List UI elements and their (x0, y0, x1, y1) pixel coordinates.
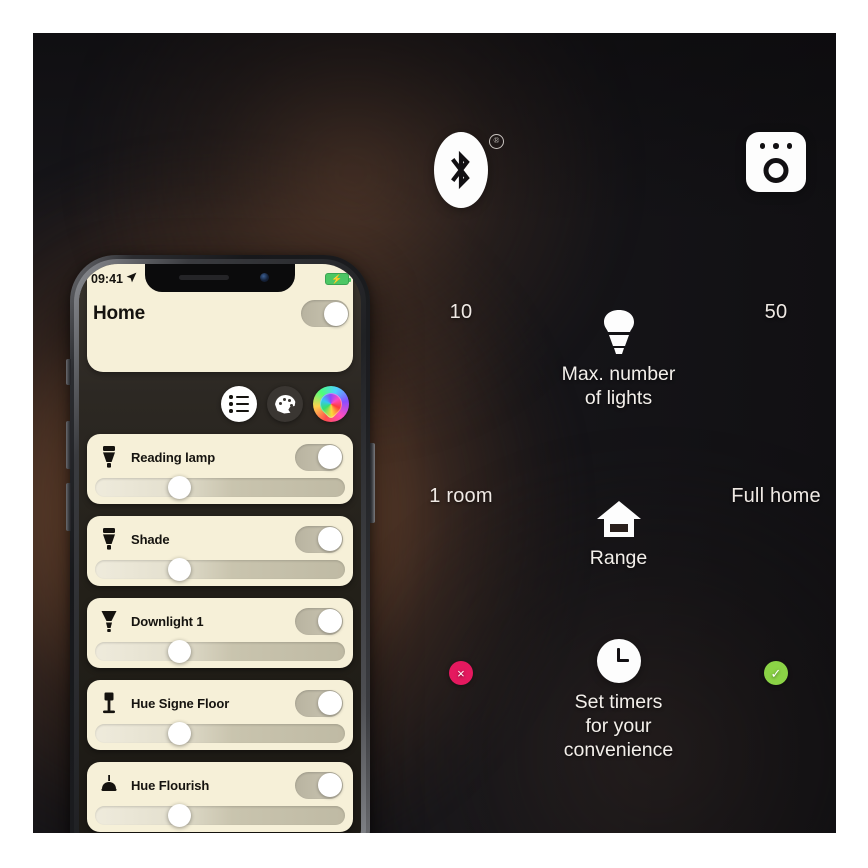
colors-button[interactable] (313, 386, 349, 422)
product-comparison-scene: ® 10 Max. number of lights 50 1 room Ran… (33, 33, 836, 833)
bulb-spot-icon (99, 527, 119, 551)
slider-thumb[interactable] (167, 640, 191, 663)
battery-charging-icon: ⚡ (325, 273, 351, 285)
clock-icon (529, 629, 709, 683)
status-bar-time-group: 09:41 (91, 272, 137, 286)
volume-up-button[interactable] (66, 421, 71, 469)
range-caption: Range (589, 547, 648, 569)
comparison-row-max-lights: 10 Max. number of lights 50 (401, 301, 836, 411)
comparison-row-timers: × Set timers for your convenience ✓ (401, 629, 836, 762)
home-master-toggle[interactable] (301, 300, 349, 327)
toggle-knob (317, 773, 342, 797)
comparison-row-range: 1 room Range Full home (401, 485, 836, 571)
timers-label-group: Set timers for your convenience (529, 629, 709, 762)
max-lights-label-group: Max. number of lights (529, 301, 709, 411)
light-name: Reading lamp (131, 449, 216, 465)
color-droplet-icon (315, 388, 347, 420)
comparison-row-logos: ® (401, 128, 836, 208)
range-bridge-value: Full home (731, 485, 821, 507)
location-arrow-icon (126, 272, 137, 286)
light-toggle[interactable] (295, 689, 343, 717)
slider-thumb[interactable] (167, 804, 191, 827)
bluetooth-logo-cell: ® (401, 128, 521, 208)
slider-thumb[interactable] (167, 476, 191, 499)
bulb-downlight-icon (99, 609, 119, 633)
hue-bridge-logo-cell (716, 128, 836, 192)
range-bluetooth-value: 1 room (429, 485, 493, 507)
light-name: Downlight 1 (131, 613, 204, 629)
check-circle-icon: ✓ (764, 661, 788, 685)
light-brightness-slider[interactable] (95, 476, 345, 499)
toggle-knob (317, 445, 342, 469)
light-name: Hue Flourish (131, 777, 210, 793)
toggle-knob (323, 301, 348, 326)
light-name: Hue Signe Floor (131, 695, 230, 711)
light-name: Shade (131, 531, 170, 547)
timers-caption-line1: Set timers (574, 691, 663, 713)
status-bar-time: 09:41 (91, 272, 123, 286)
range-label-group: Range (529, 485, 709, 571)
volume-down-button[interactable] (66, 483, 71, 531)
bluetooth-icon: ® (434, 132, 504, 208)
light-toggle[interactable] (295, 443, 343, 471)
timers-bluetooth-cell: × (401, 629, 521, 685)
hue-app: 09:41 ⚡ Home Reading lamp Shade Downligh… (79, 264, 361, 833)
light-toggle[interactable] (295, 607, 343, 635)
max-lights-caption-line1: Max. number (561, 363, 676, 385)
bulb-spot-icon (99, 445, 119, 469)
max-lights-bridge-value: 50 (764, 301, 788, 323)
cross-circle-icon: × (449, 661, 473, 685)
comparison-column: ® 10 Max. number of lights 50 1 room Ran… (401, 33, 836, 833)
light-toggle[interactable] (295, 771, 343, 799)
power-button[interactable] (370, 443, 375, 523)
list-item[interactable]: Shade (87, 516, 353, 586)
scenes-button[interactable] (267, 386, 303, 422)
list-item[interactable]: Hue Flourish (87, 762, 353, 832)
battery-bolt-glyph: ⚡ (331, 273, 343, 284)
toggle-knob (317, 691, 342, 715)
timers-caption-line2: for your (585, 714, 652, 737)
light-brightness-slider[interactable] (95, 558, 345, 581)
floor-lamp-icon (99, 691, 119, 715)
hue-bridge-icon (746, 132, 806, 192)
max-lights-bluetooth-value: 10 (449, 301, 473, 323)
slider-thumb[interactable] (167, 722, 191, 745)
screenshot-root: ® 10 Max. number of lights 50 1 room Ran… (0, 0, 868, 868)
toggle-knob (317, 527, 342, 551)
bridge-ring (763, 158, 789, 183)
list-view-button[interactable] (221, 386, 257, 422)
page-title: Home (93, 302, 145, 324)
light-brightness-slider[interactable] (95, 640, 345, 663)
light-brightness-slider[interactable] (95, 722, 345, 745)
list-item[interactable]: Reading lamp (87, 434, 353, 504)
clock-minute-hand (617, 658, 629, 662)
light-list: Reading lamp Shade Downlight 1 Hue Signe… (87, 434, 353, 833)
pendant-lamp-icon (99, 773, 119, 797)
max-lights-caption-line2: of lights (584, 386, 653, 409)
bridge-led-dots (746, 143, 806, 149)
house-icon (529, 485, 709, 539)
light-bulb-icon (529, 301, 709, 355)
timers-caption-line3: convenience (563, 738, 674, 761)
registered-trademark-icon: ® (489, 134, 504, 149)
status-bar: 09:41 ⚡ (79, 269, 361, 289)
list-item[interactable]: Hue Signe Floor (87, 680, 353, 750)
slider-thumb[interactable] (167, 558, 191, 581)
palette-icon (274, 394, 296, 414)
home-title-row: Home (93, 300, 349, 327)
list-item[interactable]: Downlight 1 (87, 598, 353, 668)
cross-symbol: × (457, 665, 465, 681)
toggle-knob (317, 609, 342, 633)
timers-bridge-cell: ✓ (716, 629, 836, 685)
light-toggle[interactable] (295, 525, 343, 553)
phone-screen: 09:41 ⚡ Home Reading lamp Shade Downligh… (79, 264, 361, 833)
check-symbol: ✓ (770, 665, 782, 681)
light-brightness-slider[interactable] (95, 804, 345, 827)
mode-button-group (221, 386, 349, 422)
list-icon (229, 395, 249, 413)
silent-switch-button[interactable] (66, 359, 71, 385)
phone-mockup: 09:41 ⚡ Home Reading lamp Shade Downligh… (60, 255, 385, 833)
